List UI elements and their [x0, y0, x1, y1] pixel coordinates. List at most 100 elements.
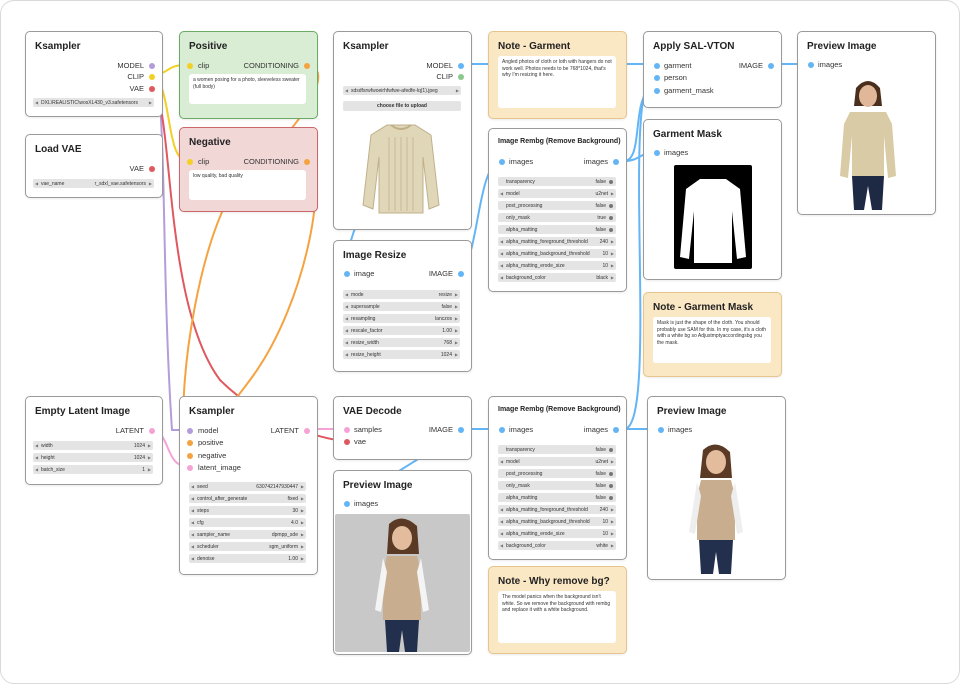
input-mask-socket[interactable] — [654, 88, 660, 94]
widget-height[interactable]: ◀ height 1024 ▶ — [33, 453, 153, 462]
input-images-socket[interactable] — [499, 159, 505, 165]
preview-image-node-3[interactable]: Preview Image images — [647, 396, 786, 580]
arrow-right-icon[interactable]: ▶ — [301, 544, 304, 549]
arrow-left-icon[interactable]: ◀ — [191, 520, 194, 525]
output-image-socket[interactable] — [768, 63, 774, 69]
widget-background-color[interactable]: ◀ background_color white ▶ — [498, 541, 616, 550]
widget-resampling[interactable]: ◀ resampling lanczos ▶ — [343, 314, 460, 323]
arrow-right-icon[interactable]: ▶ — [611, 263, 614, 268]
widget-alpha-matting-erode-size[interactable]: ◀ alpha_matting_erode_size 10 ▶ — [498, 529, 616, 538]
widget-model[interactable]: ◀ model u2net ▶ — [498, 189, 616, 198]
toggle-icon[interactable] — [609, 215, 613, 220]
output-images-socket[interactable] — [613, 427, 619, 433]
widget-batch-size[interactable]: ◀ batch_size 1 ▶ — [33, 465, 153, 474]
output-clip-socket[interactable] — [149, 74, 155, 80]
input-images-socket[interactable] — [499, 427, 505, 433]
input-images-socket[interactable] — [808, 62, 814, 68]
arrow-left-icon[interactable]: ◀ — [500, 543, 503, 548]
arrow-left-icon[interactable]: ◀ — [500, 275, 503, 280]
arrow-right-icon[interactable]: ▶ — [148, 455, 151, 460]
output-model-socket[interactable] — [149, 63, 155, 69]
load-image-node[interactable]: Ksampler MODEL CLIP ◀ sdsdfsrwfwoeirhfwfw… — [333, 31, 472, 230]
vae-name-widget[interactable]: ◀ vae_name r_sdxl_vae.safetensors ▶ — [33, 179, 154, 188]
input-person-socket[interactable] — [654, 75, 660, 81]
arrow-right-icon[interactable]: ▶ — [148, 467, 151, 472]
arrow-right-icon[interactable]: ▶ — [455, 352, 458, 357]
arrow-left-icon[interactable]: ◀ — [35, 443, 38, 448]
arrow-left-icon[interactable]: ◀ — [500, 459, 503, 464]
output-vae-socket[interactable] — [149, 166, 155, 172]
arrow-left-icon[interactable]: ◀ — [35, 181, 38, 186]
arrow-right-icon[interactable]: ▶ — [611, 459, 614, 464]
rembg-node-1[interactable]: Image Rembg (Remove Background) images i… — [488, 128, 627, 292]
input-clip-socket[interactable] — [187, 159, 193, 165]
arrow-right-icon[interactable]: ▶ — [611, 251, 614, 256]
arrow-right-icon[interactable]: ▶ — [455, 292, 458, 297]
output-latent-socket[interactable] — [304, 428, 310, 434]
widget-alpha-matting[interactable]: alpha_matting false — [498, 493, 616, 502]
output-model-socket[interactable] — [458, 63, 464, 69]
load-vae-node[interactable]: Load VAE VAE ◀ vae_name r_sdxl_vae.safeten… — [25, 134, 163, 198]
image-file-widget[interactable]: ◀ sdsdfsrwfwoeirhfwfwe-afedfe-lq(1).jpeg ▶ — [343, 86, 461, 95]
widget-steps[interactable]: ◀ steps 30 ▶ — [189, 506, 306, 515]
widget-background-color[interactable]: ◀ background_color black ▶ — [498, 273, 616, 282]
arrow-left-icon[interactable]: ◀ — [500, 191, 503, 196]
widget-alpha-matting-background-threshold[interactable]: ◀ alpha_matting_background_threshold 10 ▶ — [498, 249, 616, 258]
widget-alpha-matting-foreground-threshold[interactable]: ◀ alpha_matting_foreground_threshold 240 ▶ — [498, 237, 616, 246]
input-positive-socket[interactable] — [187, 440, 193, 446]
arrow-left-icon[interactable]: ◀ — [345, 352, 348, 357]
preview-image-node-2[interactable]: Preview Image images — [333, 470, 472, 655]
widget-transparency[interactable]: transparency false — [498, 445, 616, 454]
arrow-left-icon[interactable]: ◀ — [191, 508, 194, 513]
toggle-icon[interactable] — [609, 483, 613, 488]
output-image-socket[interactable] — [458, 271, 464, 277]
arrow-left-icon[interactable]: ◀ — [345, 292, 348, 297]
arrow-right-icon[interactable]: ▶ — [301, 556, 304, 561]
widget-only-mask[interactable]: only_mask true — [498, 213, 616, 222]
prompt-textarea[interactable]: a women posing for a photo, sleeveless s… — [189, 74, 306, 104]
arrow-left-icon[interactable]: ◀ — [345, 328, 348, 333]
output-conditioning-socket[interactable] — [304, 159, 310, 165]
arrow-left-icon[interactable]: ◀ — [345, 88, 348, 93]
note-textarea[interactable]: Angled photos of cloth or loth with hang… — [498, 56, 616, 108]
arrow-left-icon[interactable]: ◀ — [191, 496, 194, 501]
preview-image-node-1[interactable]: Preview Image images — [797, 31, 936, 215]
widget-resize-height[interactable]: ◀ resize_height 1024 ▶ — [343, 350, 460, 359]
arrow-left-icon[interactable]: ◀ — [500, 251, 503, 256]
arrow-left-icon[interactable]: ◀ — [35, 455, 38, 460]
widget-denoise[interactable]: ◀ denoise 1.00 ▶ — [189, 554, 306, 563]
empty-latent-node[interactable]: Empty Latent Image LATENT ◀ width 1024 ▶ ◀ he… — [25, 396, 163, 485]
input-samples-socket[interactable] — [344, 427, 350, 433]
widget-width[interactable]: ◀ width 1024 ▶ — [33, 441, 153, 450]
widget-transparency[interactable]: transparency false — [498, 177, 616, 186]
widget-control-after-generate[interactable]: ◀ control_after_generate fixed ▶ — [189, 494, 306, 503]
widget-rescale-factor[interactable]: ◀ rescale_factor 1.00 ▶ — [343, 326, 460, 335]
output-images-socket[interactable] — [613, 159, 619, 165]
widget-post-processing[interactable]: post_processing false — [498, 201, 616, 210]
arrow-right-icon[interactable]: ▶ — [611, 543, 614, 548]
arrow-left-icon[interactable]: ◀ — [345, 304, 348, 309]
ksampler-node[interactable]: Ksampler model positive negative latent_… — [179, 396, 318, 575]
input-latent-socket[interactable] — [187, 465, 193, 471]
input-vae-socket[interactable] — [344, 439, 350, 445]
apply-salvton-node[interactable]: Apply SAL-VTON garment person garment_ma… — [643, 31, 782, 108]
arrow-right-icon[interactable]: ▶ — [301, 508, 304, 513]
ckpt-name-widget[interactable]: ◀ DXL\REALISTIC\wosXL430_v3.safetensors ▶ — [33, 98, 154, 107]
arrow-left-icon[interactable]: ◀ — [345, 316, 348, 321]
input-images-socket[interactable] — [654, 150, 660, 156]
upload-button[interactable]: choose file to upload — [343, 101, 461, 111]
widget-alpha-matting-background-threshold[interactable]: ◀ alpha_matting_background_threshold 10 ▶ — [498, 517, 616, 526]
arrow-left-icon[interactable]: ◀ — [500, 263, 503, 268]
toggle-icon[interactable] — [609, 471, 613, 476]
arrow-right-icon[interactable]: ▶ — [301, 532, 304, 537]
arrow-left-icon[interactable]: ◀ — [191, 484, 194, 489]
widget-cfg[interactable]: ◀ cfg 4.0 ▶ — [189, 518, 306, 527]
arrow-right-icon[interactable]: ▶ — [456, 88, 459, 93]
widget-seed[interactable]: ◀ seed 630742147930447 ▶ — [189, 482, 306, 491]
input-images-socket[interactable] — [658, 427, 664, 433]
arrow-left-icon[interactable]: ◀ — [191, 532, 194, 537]
output-conditioning-socket[interactable] — [304, 63, 310, 69]
output-vae-socket[interactable] — [149, 86, 155, 92]
output-clip-socket[interactable] — [458, 74, 464, 80]
arrow-right-icon[interactable]: ▶ — [611, 507, 614, 512]
